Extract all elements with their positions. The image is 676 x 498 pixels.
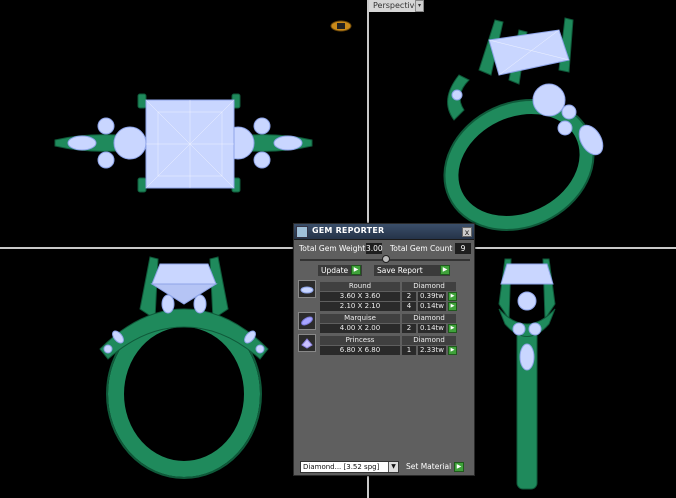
gem-row-go-icon[interactable]: ▶ [448,302,457,311]
gem-reporter-icon [296,226,308,238]
gem-row-go-icon[interactable]: ▶ [448,292,457,301]
save-report-button[interactable]: Save Report [374,265,450,276]
update-button-label: Update [321,266,349,275]
gem-size: 4.00 X 2.00 [320,324,400,333]
princess-gem-icon [298,334,316,352]
viewport-top[interactable] [0,0,367,247]
chevron-down-icon[interactable]: ▼ [388,462,398,472]
gem-group-round: Round Diamond 3.60 X 3.60 2 0.39tw ▶ 2.1… [298,280,460,312]
gem-material-label: Diamond [402,314,456,323]
save-report-button-label: Save Report [377,266,423,275]
gem-group-marquise: Marquise Diamond 4.00 X 2.00 2 0.14tw ▶ [298,312,460,334]
total-gem-count-value: 9 [455,243,471,254]
gem-material-label: Diamond [402,282,456,291]
save-report-go-icon[interactable]: ▶ [440,265,450,275]
gem-weight: 0.39tw [418,292,446,301]
total-gem-weight-value: 3.00 [366,243,383,254]
gem-summary: Total Gem Weight 3.00 Total Gem Count 9 [297,243,473,255]
gem-count: 2 [402,324,416,333]
gem-material-label: Diamond [402,336,456,345]
set-material-label: Set Material [406,462,452,471]
round-gem-icon [298,280,316,298]
gem-list-empty-area [298,384,472,454]
gem-size: 2.10 X 2.10 [320,302,400,311]
gem-reporter-panel: GEM REPORTER x Total Gem Weight 3.00 Tot… [293,223,475,476]
material-select[interactable]: Diamond... [3.52 spg] ▼ [300,461,399,473]
gem-weight: 2.33tw [418,346,446,355]
viewport-menu-arrow-icon[interactable]: ▾ [415,0,424,12]
action-row: Update ▶ Save Report ▶ [294,265,476,276]
gem-shape-label: Marquise [320,314,400,323]
set-material-button[interactable]: Set Material [406,462,451,471]
ring-perspective-view [443,17,604,231]
gem-count: 4 [402,302,416,311]
viewport-perspective[interactable]: Perspective ▾ [369,0,676,247]
update-go-icon[interactable]: ▶ [351,265,361,275]
ring-top-view [54,93,313,193]
total-gem-count-label: Total Gem Count [390,244,453,253]
gem-row-go-icon[interactable]: ▶ [448,346,457,355]
gem-size: 6.80 X 6.80 [320,346,400,355]
gem-shape-label: Round [320,282,400,291]
material-select-value: Diamond... [3.52 spg] [303,463,380,471]
marquise-gem-icon [298,312,316,330]
gem-weight: 0.14tw [418,324,446,333]
gem-size: 3.60 X 3.60 [320,292,400,301]
view-cube-icon[interactable] [330,20,352,32]
gem-count: 1 [402,346,416,355]
panel-slider-knob[interactable] [382,255,390,263]
gem-count: 2 [402,292,416,301]
gem-weight: 0.14tw [418,302,446,311]
gem-shape-label: Princess [320,336,400,345]
total-gem-weight-label: Total Gem Weight [299,244,366,253]
set-material-go-icon[interactable]: ▶ [454,462,464,472]
gem-row-go-icon[interactable]: ▶ [448,324,457,333]
panel-title: GEM REPORTER [312,226,385,235]
gem-group-princess: Princess Diamond 6.80 X 6.80 1 2.33tw ▶ [298,334,460,356]
panel-title-bar[interactable]: GEM REPORTER x [294,224,474,240]
close-icon[interactable]: x [462,227,472,237]
